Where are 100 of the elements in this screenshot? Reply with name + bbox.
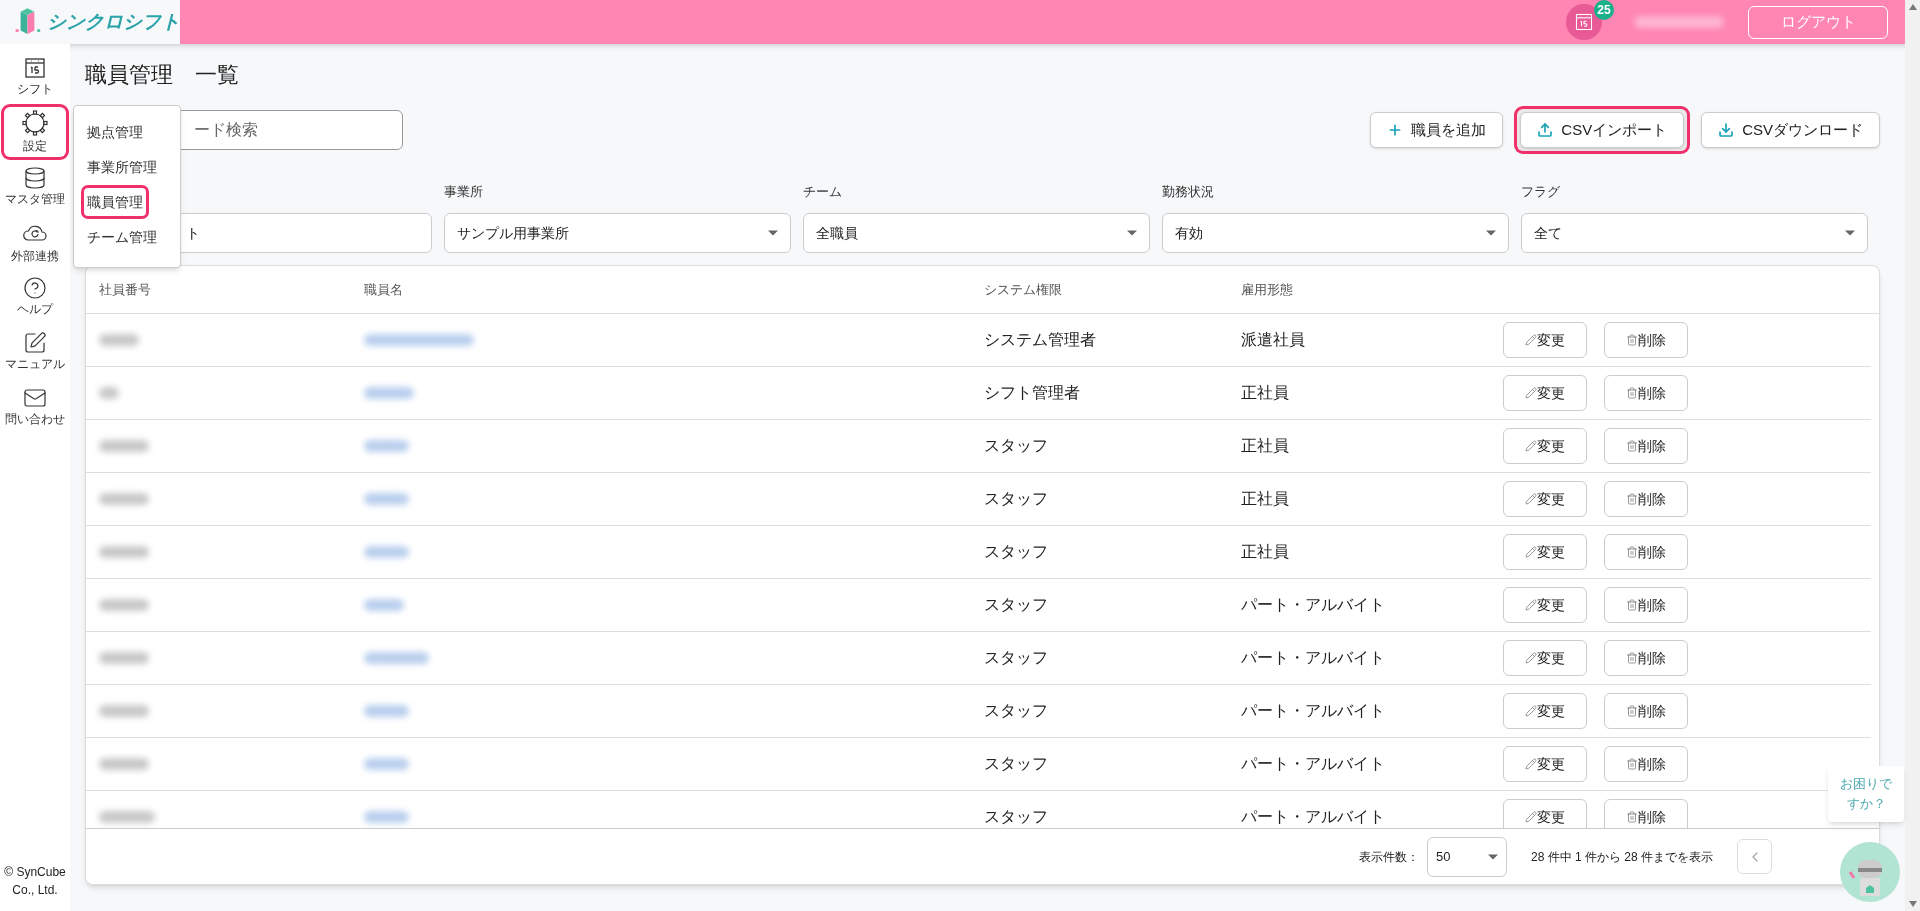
delete-button[interactable]: 削除	[1604, 375, 1688, 411]
caret-icon	[1487, 853, 1498, 860]
pencil-icon	[1525, 440, 1537, 452]
action-button[interactable]: 職員を追加	[1370, 112, 1504, 148]
sidebar-item[interactable]: マニュアル	[4, 327, 66, 377]
help-icon	[23, 276, 47, 300]
blurred-text	[364, 758, 409, 770]
sidebar-item[interactable]: ヘルプ	[4, 272, 66, 322]
table-cell-text: パート・アルバイト	[1240, 701, 1386, 721]
caret-icon	[1486, 230, 1496, 236]
table-cell-text: スタッフ	[983, 807, 1049, 827]
pencil-icon	[1525, 705, 1537, 717]
scroll-up-icon[interactable]	[1908, 4, 1917, 10]
trash-icon	[1626, 440, 1638, 452]
edit-button[interactable]: 変更	[1503, 322, 1587, 358]
copyright: © SynCube Co., Ltd.	[3, 864, 67, 899]
delete-button[interactable]: 削除	[1604, 534, 1688, 570]
column-header: 社員番号	[98, 280, 152, 299]
table-cell-text: スタッフ	[983, 542, 1049, 562]
blurred-text	[364, 811, 409, 823]
pagination-summary: 28 件中 1 件から 28 件までを表示	[1530, 848, 1713, 866]
table-cell-text: 正社員	[1240, 436, 1290, 456]
table-cell-text: スタッフ	[983, 754, 1049, 774]
blurred-text	[99, 440, 149, 452]
menu-item[interactable]: 事業所管理	[84, 153, 160, 181]
delete-button[interactable]: 削除	[1604, 693, 1688, 729]
delete-button[interactable]: 削除	[1604, 481, 1688, 517]
blurred-text	[99, 652, 149, 664]
table-cell-text: 派遣社員	[1240, 330, 1306, 350]
action-button[interactable]: CSVダウンロード	[1701, 112, 1880, 148]
trash-icon	[1626, 334, 1638, 346]
action-button[interactable]: CSVインポート	[1520, 112, 1685, 148]
table-cell-text: パート・アルバイト	[1240, 648, 1386, 668]
pencil-icon	[1525, 811, 1537, 823]
table-cell-text: 正社員	[1240, 383, 1290, 403]
blurred-text	[364, 493, 409, 505]
menu-item[interactable]: 拠点管理	[84, 118, 146, 146]
trash-icon	[1626, 493, 1638, 505]
caret-icon	[1845, 230, 1855, 236]
blurred-text	[99, 758, 149, 770]
app-name: シンクロシフト	[47, 9, 180, 34]
download-icon	[1718, 122, 1735, 138]
edit-button[interactable]: 変更	[1503, 481, 1587, 517]
blurred-text	[99, 546, 149, 558]
column-header: 雇用形態	[1240, 280, 1294, 299]
calendar-icon	[23, 56, 47, 80]
filter-select[interactable]: 有効	[1162, 213, 1509, 253]
delete-button[interactable]: 削除	[1604, 322, 1688, 358]
table-cell-text: 正社員	[1240, 489, 1290, 509]
pencil-icon	[1525, 546, 1537, 558]
table-cell-text: パート・アルバイト	[1240, 754, 1386, 774]
robot-drawing[interactable]	[1840, 842, 1900, 902]
trash-icon	[1626, 758, 1638, 770]
delete-button[interactable]: 削除	[1604, 746, 1688, 782]
trash-icon	[1626, 652, 1638, 664]
pencil-icon	[1525, 599, 1537, 611]
menu-item[interactable]: チーム管理	[84, 223, 160, 251]
sidebar-item[interactable]: 設定	[4, 107, 66, 157]
edit-button[interactable]: 変更	[1503, 428, 1587, 464]
blurred-text	[364, 440, 409, 452]
table-cell-text: パート・アルバイト	[1240, 595, 1386, 615]
per-page-select[interactable]: 50	[1426, 836, 1507, 877]
sidebar-item[interactable]: マスタ管理	[4, 162, 66, 212]
blurred-text	[364, 652, 429, 664]
pencil-icon	[1525, 493, 1537, 505]
sidebar-item[interactable]: シフト	[4, 52, 66, 102]
blurred-text	[99, 811, 155, 823]
upload-icon	[1537, 122, 1554, 138]
delete-button[interactable]: 削除	[1604, 587, 1688, 623]
edit-button[interactable]: 変更	[1503, 693, 1587, 729]
table-cell-text: スタッフ	[983, 701, 1049, 721]
blurred-text	[99, 493, 149, 505]
table-cell-text: スタッフ	[983, 489, 1049, 509]
scroll-down-icon[interactable]	[1908, 901, 1917, 907]
edit-button[interactable]: 変更	[1503, 640, 1587, 676]
blurred-text	[99, 334, 139, 346]
delete-button[interactable]: 削除	[1604, 428, 1688, 464]
notification-badge: 25	[1594, 0, 1614, 20]
filter-label: チーム	[803, 183, 842, 202]
menu-item[interactable]: 職員管理	[84, 188, 146, 216]
edit-button[interactable]: 変更	[1503, 534, 1587, 570]
settings-icon	[21, 109, 49, 137]
trash-icon	[1626, 599, 1638, 611]
table-cell-text: シフト管理者	[983, 383, 1081, 403]
filter-select[interactable]: サンプル用事業所	[444, 213, 791, 253]
blurred-text	[364, 599, 404, 611]
caret-icon	[768, 230, 778, 236]
edit-button[interactable]: 変更	[1503, 746, 1587, 782]
edit-button[interactable]: 変更	[1503, 375, 1587, 411]
delete-button[interactable]: 削除	[1604, 640, 1688, 676]
blurred-text	[99, 705, 149, 717]
filter-select[interactable]: 全職員	[803, 213, 1150, 253]
page-title: 職員管理 一覧	[85, 61, 240, 89]
pencil-icon	[1525, 758, 1537, 770]
edit-button[interactable]: 変更	[1503, 587, 1587, 623]
sidebar-item[interactable]: 問い合わせ	[4, 382, 66, 432]
database-icon	[23, 166, 47, 190]
sidebar-item[interactable]: 外部連携	[4, 217, 66, 267]
caret-icon	[1127, 230, 1137, 236]
filter-select[interactable]: 全て	[1521, 213, 1868, 253]
